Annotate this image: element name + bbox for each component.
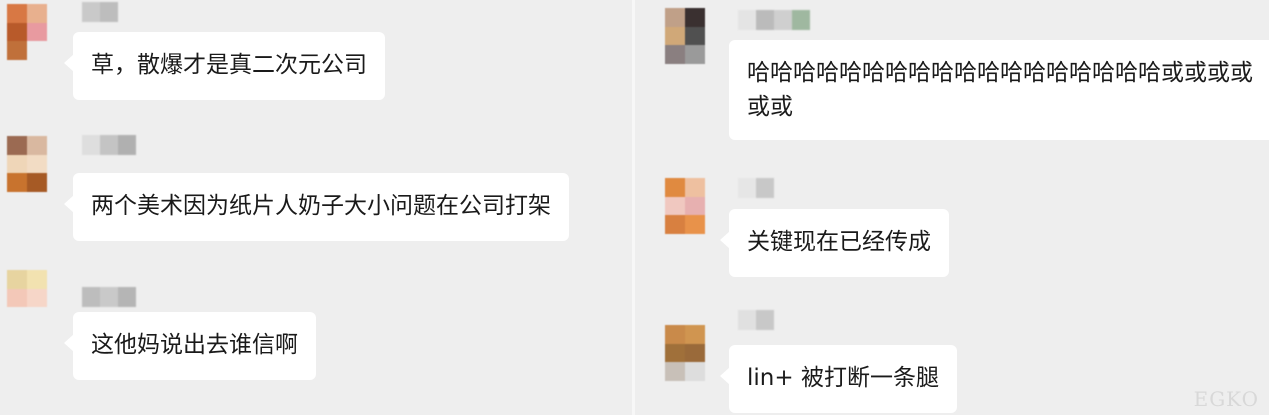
message-bubble[interactable]: 关键现在已经传成 xyxy=(720,209,949,277)
mosaic-tile xyxy=(27,4,47,23)
mosaic-tile xyxy=(100,135,118,155)
mosaic-tile xyxy=(27,270,47,289)
sender-name-blurred xyxy=(738,178,774,198)
mosaic-tile xyxy=(665,343,685,363)
mosaic-tile xyxy=(665,325,685,344)
mosaic-tile xyxy=(792,10,810,30)
mosaic-tile xyxy=(685,8,705,27)
mosaic-tile xyxy=(7,154,27,174)
message-text: 两个美术因为纸片人奶子大小问题在公司打架 xyxy=(91,193,551,219)
mosaic-tile xyxy=(27,154,47,174)
mosaic-tile xyxy=(100,2,118,22)
mosaic-tile xyxy=(685,325,705,344)
avatar[interactable] xyxy=(665,8,705,64)
mosaic-tile xyxy=(685,178,705,197)
mosaic-tile xyxy=(7,270,27,289)
mosaic-tile xyxy=(665,178,685,197)
column-divider xyxy=(632,0,635,415)
mosaic-tile xyxy=(7,136,27,155)
message-text: 草，散爆才是真二次元公司 xyxy=(91,52,367,78)
message-text: 哈哈哈哈哈哈哈哈哈哈哈哈哈哈哈哈哈哈或或或或或或 xyxy=(747,60,1253,120)
sender-name-blurred xyxy=(82,2,118,22)
mosaic-tile xyxy=(665,8,685,27)
mosaic-tile xyxy=(738,10,756,30)
sender-name-blurred xyxy=(82,135,136,155)
sender-name-blurred xyxy=(82,287,136,307)
mosaic-tile xyxy=(82,287,100,307)
mosaic-tile xyxy=(7,173,27,192)
mosaic-tile xyxy=(7,288,27,308)
mosaic-tile xyxy=(7,307,27,326)
mosaic-tile xyxy=(665,362,685,381)
mosaic-tile xyxy=(118,287,136,307)
message-bubble[interactable]: 两个美术因为纸片人奶子大小问题在公司打架 xyxy=(64,173,569,241)
mosaic-tile xyxy=(738,178,756,198)
mosaic-tile xyxy=(27,288,47,308)
mosaic-tile xyxy=(82,2,100,22)
mosaic-tile xyxy=(7,41,27,60)
mosaic-tile xyxy=(665,196,685,216)
avatar[interactable] xyxy=(7,270,47,326)
message-text: lin+ 被打断一条腿 xyxy=(747,365,939,391)
mosaic-tile xyxy=(27,173,47,192)
message-bubble[interactable]: 这他妈说出去谁信啊 xyxy=(64,312,316,380)
mosaic-tile xyxy=(738,310,756,330)
mosaic-tile xyxy=(685,362,705,381)
message-bubble[interactable]: 草，散爆才是真二次元公司 xyxy=(64,32,385,100)
mosaic-tile xyxy=(685,26,705,46)
message-bubble[interactable]: 哈哈哈哈哈哈哈哈哈哈哈哈哈哈哈哈哈哈或或或或或或 xyxy=(729,40,1269,140)
avatar[interactable] xyxy=(665,178,705,234)
mosaic-tile xyxy=(82,135,100,155)
mosaic-tile xyxy=(100,287,118,307)
message-text: 关键现在已经传成 xyxy=(747,229,931,255)
mosaic-tile xyxy=(774,10,792,30)
mosaic-tile xyxy=(685,343,705,363)
mosaic-tile xyxy=(27,41,47,60)
mosaic-tile xyxy=(7,4,27,23)
mosaic-tile xyxy=(665,45,685,64)
avatar[interactable] xyxy=(665,325,705,381)
avatar[interactable] xyxy=(7,136,47,192)
mosaic-tile xyxy=(27,307,47,326)
mosaic-tile xyxy=(665,215,685,234)
mosaic-tile xyxy=(118,135,136,155)
mosaic-tile xyxy=(756,10,774,30)
mosaic-tile xyxy=(685,215,705,234)
message-text: 这他妈说出去谁信啊 xyxy=(91,332,298,358)
mosaic-tile xyxy=(685,45,705,64)
mosaic-tile xyxy=(27,136,47,155)
watermark: EGKO xyxy=(1193,387,1259,411)
mosaic-tile xyxy=(756,178,774,198)
mosaic-tile xyxy=(756,310,774,330)
mosaic-tile xyxy=(665,26,685,46)
sender-name-blurred xyxy=(738,310,774,330)
sender-name-blurred xyxy=(738,10,810,30)
message-bubble[interactable]: lin+ 被打断一条腿 xyxy=(720,345,957,413)
mosaic-tile xyxy=(685,196,705,216)
avatar[interactable] xyxy=(7,4,47,60)
mosaic-tile xyxy=(27,22,47,42)
mosaic-tile xyxy=(7,22,27,42)
